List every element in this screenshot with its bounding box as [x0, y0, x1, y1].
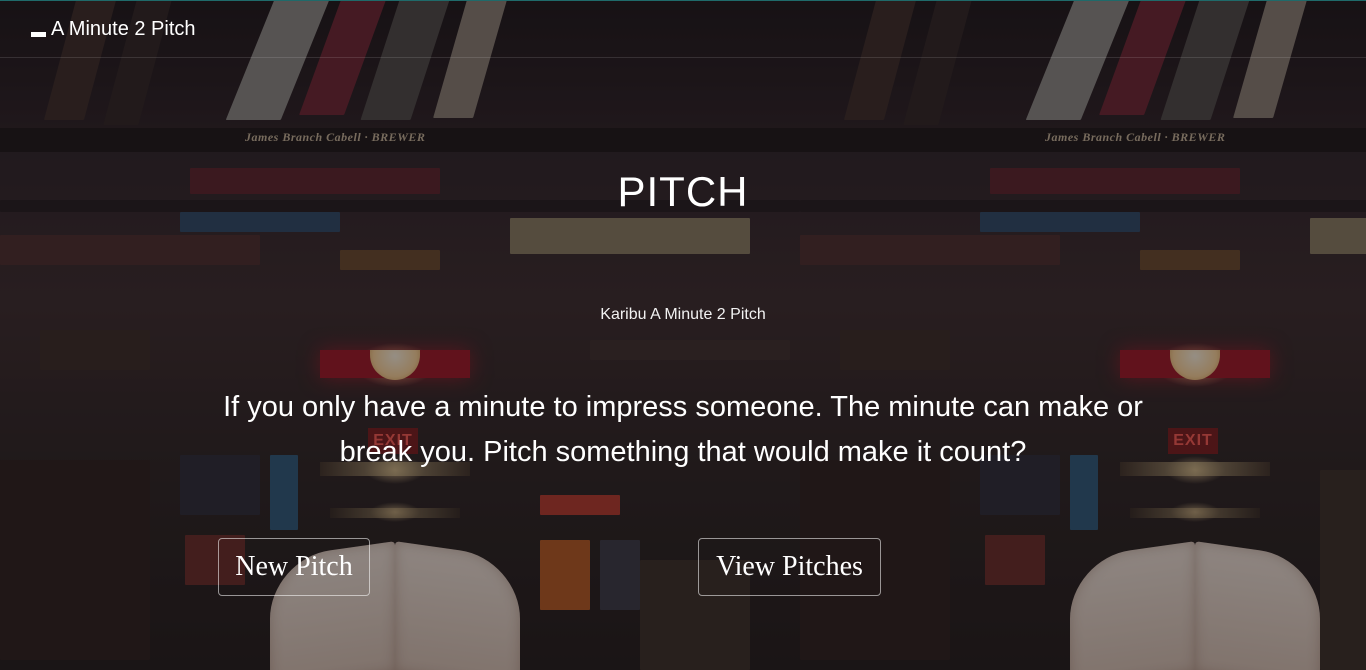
- view-pitches-button[interactable]: View Pitches: [698, 538, 881, 596]
- page-subtitle: Karibu A Minute 2 Pitch: [600, 306, 766, 323]
- page-title: PITCH: [617, 168, 749, 215]
- new-pitch-button[interactable]: New Pitch: [218, 538, 370, 596]
- tagline: If you only have a minute to impress som…: [223, 391, 1143, 468]
- brand-label: A Minute 2 Pitch: [51, 18, 196, 40]
- landing-page: James Branch Cabell · BREWER EXIT James …: [0, 0, 1366, 670]
- navbar: A Minute 2 Pitch: [0, 0, 1366, 58]
- brand-link[interactable]: A Minute 2 Pitch: [31, 17, 196, 41]
- background-library-image: James Branch Cabell · BREWER EXIT James …: [0, 0, 1366, 670]
- menu-bar-icon: [31, 31, 46, 37]
